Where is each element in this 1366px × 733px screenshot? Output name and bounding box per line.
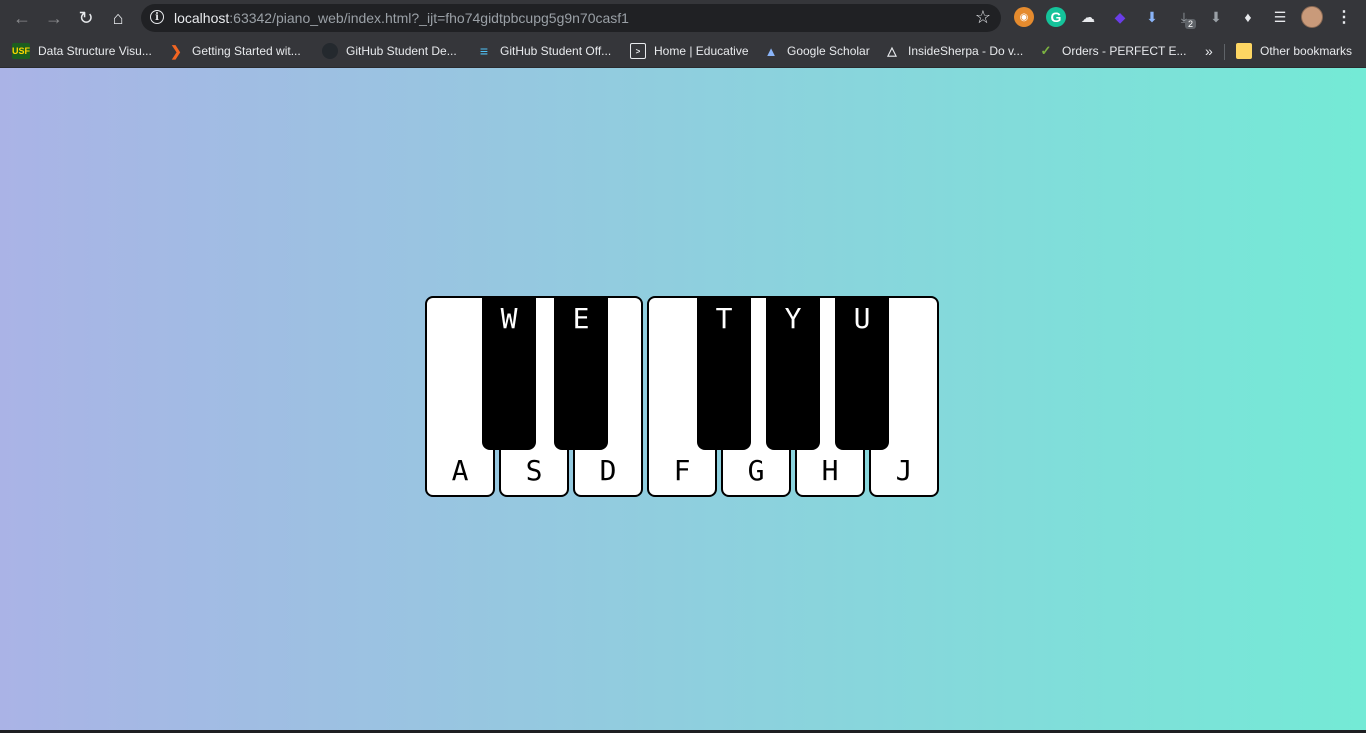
bookmark-label: Orders - PERFECT E... <box>1062 44 1187 58</box>
bookmark-label: InsideSherpa - Do v... <box>908 44 1024 58</box>
reload-icon[interactable]: ↻ <box>73 5 99 31</box>
bookmark-label: Home | Educative <box>654 44 749 58</box>
key-label: A <box>451 454 469 487</box>
bookmark-label: GitHub Student Off... <box>500 44 612 58</box>
key-label: U <box>853 302 871 335</box>
bookmarks-bar: USF Data Structure Visu... ❯ Getting Sta… <box>0 35 1366 68</box>
bookmark-item[interactable]: ✓ Orders - PERFECT E... <box>1038 41 1187 61</box>
browser-toolbar: ← → ↻ ⌂ i localhost:63342/piano_web/inde… <box>0 0 1366 35</box>
address-bar[interactable]: i localhost:63342/piano_web/index.html?_… <box>141 4 1001 32</box>
other-bookmarks-label: Other bookmarks <box>1260 44 1353 58</box>
stack-icon: ≡ <box>479 43 489 59</box>
bookmark-item[interactable]: ▲ Google Scholar <box>763 41 870 61</box>
checkmark-icon: ✓ <box>1040 43 1052 58</box>
key-label: S <box>525 454 543 487</box>
key-label: E <box>572 302 590 335</box>
github-icon <box>322 43 338 59</box>
glasses-extension-icon[interactable]: ◉ <box>1014 7 1034 27</box>
bookmark-item[interactable]: △ InsideSherpa - Do v... <box>884 41 1023 61</box>
address-url[interactable]: localhost:63342/piano_web/index.html?_ij… <box>174 10 629 26</box>
url-host: localhost <box>174 10 230 26</box>
download-count-badge: 2 <box>1185 19 1197 29</box>
black-key-w[interactable]: W <box>482 296 536 450</box>
extensions-puzzle-icon[interactable]: ♦ <box>1238 7 1258 27</box>
url-path: :63342/piano_web/index.html?_ijt=fho74gi… <box>229 10 629 26</box>
scholar-cap-icon: ▲ <box>764 43 778 59</box>
bookmark-item[interactable]: ❯ Getting Started wit... <box>168 41 301 61</box>
bookmark-label: GitHub Student De... <box>346 44 457 58</box>
bookmark-item[interactable]: > Home | Educative <box>630 41 749 61</box>
key-label: T <box>715 302 733 335</box>
bookmark-label: Data Structure Visu... <box>38 44 152 58</box>
key-label: F <box>673 454 691 487</box>
mountain-icon: △ <box>887 44 897 58</box>
bookmarks-divider <box>1224 44 1225 60</box>
folder-icon <box>1236 43 1252 59</box>
site-info-icon[interactable]: i <box>150 10 164 24</box>
black-key-e[interactable]: E <box>554 296 608 450</box>
media-queue-icon[interactable]: ☰ <box>1270 7 1290 27</box>
black-key-t[interactable]: T <box>697 296 751 450</box>
bookmark-item[interactable]: GitHub Student De... <box>322 41 457 61</box>
bookmarks-overflow-button[interactable]: » <box>1205 41 1213 61</box>
purple-gem-icon[interactable]: ◆ <box>1110 7 1130 27</box>
key-label: D <box>599 454 617 487</box>
other-bookmarks-button[interactable]: Other bookmarks <box>1236 41 1352 61</box>
bookmark-star-icon[interactable]: ☆ <box>975 7 991 28</box>
download-arrow-icon[interactable]: ⬇ <box>1142 7 1162 27</box>
key-label: W <box>500 302 518 335</box>
bookmark-item[interactable]: USF Data Structure Visu... <box>12 41 152 61</box>
key-label: H <box>821 454 839 487</box>
piano-keyboard: A S D F G H J W E T Y U <box>425 296 943 500</box>
back-arrow-icon[interactable]: ← <box>9 5 35 31</box>
cloud-extension-icon[interactable]: ☁ <box>1078 7 1098 27</box>
download-arrow-gray-icon[interactable]: ⬇ <box>1206 7 1226 27</box>
bookmark-item[interactable]: ≡ GitHub Student Off... <box>476 41 611 61</box>
terminal-icon: > <box>630 43 646 59</box>
profile-avatar[interactable] <box>1301 6 1323 28</box>
bookmark-label: Google Scholar <box>787 44 870 58</box>
bookmark-label: Getting Started wit... <box>192 44 301 58</box>
menu-kebab-icon[interactable]: ⋮ <box>1334 7 1354 27</box>
key-label: Y <box>784 302 802 335</box>
grammarly-icon[interactable]: G <box>1046 7 1066 27</box>
black-key-u[interactable]: U <box>835 296 889 450</box>
black-key-y[interactable]: Y <box>766 296 820 450</box>
usf-logo-icon: USF <box>12 43 30 59</box>
forward-arrow-icon[interactable]: → <box>41 5 67 31</box>
home-icon[interactable]: ⌂ <box>105 5 131 31</box>
chevron-bookmark-icon: ❯ <box>170 42 182 59</box>
key-label: J <box>895 454 913 487</box>
key-label: G <box>747 454 765 487</box>
